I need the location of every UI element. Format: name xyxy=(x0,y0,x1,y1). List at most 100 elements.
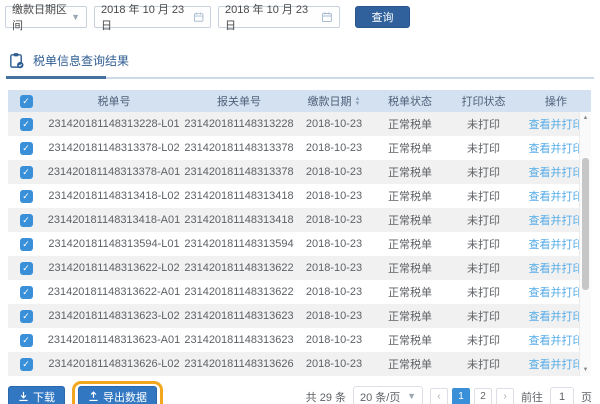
download-button-label: 下载 xyxy=(33,389,55,404)
cell-customs-no: 231420181148313623 xyxy=(184,304,294,328)
page-buttons: ‹ 1 2 › xyxy=(430,388,514,404)
cell-customs-no: 231420181148313378 xyxy=(184,136,294,160)
cell-tax-no: 231420181148313378-L02 xyxy=(44,136,184,160)
export-data-button[interactable]: 导出数据 xyxy=(78,386,157,404)
export-button-label: 导出数据 xyxy=(103,389,147,404)
view-print-link[interactable]: 查看并打印 xyxy=(529,119,584,131)
col-pay-date-label: 缴款日期 xyxy=(308,96,352,108)
chevron-down-icon: ▼ xyxy=(71,13,80,22)
row-checkbox[interactable]: ✓ xyxy=(20,190,33,203)
date-from-input[interactable]: 2018 年 10 月 23 日 xyxy=(94,6,211,28)
view-print-link[interactable]: 查看并打印 xyxy=(529,167,584,179)
cell-pay-date: 2018-10-23 xyxy=(294,160,374,184)
table-row: ✓231420181148313418-A0123142018114831341… xyxy=(8,208,591,232)
view-print-link[interactable]: 查看并打印 xyxy=(529,239,584,251)
cell-status: 正常税单 xyxy=(374,232,446,256)
download-button[interactable]: 下载 xyxy=(8,386,65,404)
view-print-link[interactable]: 查看并打印 xyxy=(529,359,584,371)
cell-status: 正常税单 xyxy=(374,280,446,304)
goto-prefix: 前往 xyxy=(521,389,543,404)
scroll-up-icon[interactable]: ▲ xyxy=(580,115,591,121)
footer-bar: 下载 导出数据 共 29 条 20 条/页 ▼ ‹ 1 2 › 前往 xyxy=(8,381,592,404)
total-count: 共 29 条 xyxy=(306,389,346,404)
cell-tax-no: 231420181148313622-A01 xyxy=(44,280,184,304)
export-highlight-annotation: 导出数据 xyxy=(72,381,163,404)
row-checkbox[interactable]: ✓ xyxy=(20,238,33,251)
cell-customs-no: 231420181148313228 xyxy=(184,112,294,136)
row-checkbox[interactable]: ✓ xyxy=(20,142,33,155)
cell-status: 正常税单 xyxy=(374,184,446,208)
row-checkbox[interactable]: ✓ xyxy=(20,358,33,371)
view-print-link[interactable]: 查看并打印 xyxy=(529,311,584,323)
view-print-link[interactable]: 查看并打印 xyxy=(529,143,584,155)
cell-status: 正常税单 xyxy=(374,256,446,280)
cell-tax-no: 231420181148313594-L01 xyxy=(44,232,184,256)
date-to-input[interactable]: 2018 年 10 月 23 日 xyxy=(218,6,340,28)
col-status: 税单状态 xyxy=(374,90,446,112)
sort-icon[interactable]: ▲▼ xyxy=(355,97,361,107)
cell-print-status: 未打印 xyxy=(446,112,521,136)
table-row: ✓ 231420181148313378-L0223142018114831337… xyxy=(8,136,591,160)
cell-customs-no: 231420181148313622 xyxy=(184,256,294,280)
section-header: 税单信息查询结果 xyxy=(8,52,600,69)
date-type-select[interactable]: 缴款日期区间 ▼ xyxy=(5,6,87,28)
select-all-checkbox[interactable]: ✓ xyxy=(20,95,33,108)
cell-tax-no: 231420181148313626-L02 xyxy=(44,352,184,376)
section-divider xyxy=(6,77,594,79)
row-checkbox[interactable]: ✓ xyxy=(20,334,33,347)
query-button[interactable]: 查询 xyxy=(355,6,410,28)
next-page-button[interactable]: › xyxy=(496,388,514,404)
table-row: ✓ 231420181148313418-L0223142018114831341… xyxy=(8,184,591,208)
cell-status: 正常税单 xyxy=(374,328,446,352)
view-print-link[interactable]: 查看并打印 xyxy=(529,287,584,299)
chevron-down-icon: ▼ xyxy=(407,392,416,401)
table-row: ✓ 231420181148313623-A0123142018114831362… xyxy=(8,328,591,352)
date-type-value: 缴款日期区间 xyxy=(12,1,71,33)
pagination: 共 29 条 20 条/页 ▼ ‹ 1 2 › 前往 1 页 xyxy=(306,386,592,404)
page-button-1[interactable]: 1 xyxy=(452,388,470,404)
cell-tax-no: 231420181148313418-L02 xyxy=(44,184,184,208)
cell-tax-no: 231420181148313378-A01 xyxy=(44,160,184,184)
view-print-link[interactable]: 查看并打印 xyxy=(529,335,584,347)
col-print-status: 打印状态 xyxy=(446,90,521,112)
page-size-value: 20 条/页 xyxy=(360,389,400,404)
page-button-2[interactable]: 2 xyxy=(474,388,492,404)
cell-print-status: 未打印 xyxy=(446,256,521,280)
view-print-link[interactable]: 查看并打印 xyxy=(529,191,584,203)
results-table: ✓ 税单号 报关单号 缴款日期▲▼ 税单状态 打印状态 操作 ✓23142018… xyxy=(8,90,591,376)
row-checkbox[interactable]: ✓ xyxy=(20,214,33,227)
cell-status: 正常税单 xyxy=(374,112,446,136)
cell-status: 正常税单 xyxy=(374,136,446,160)
filter-bar: 缴款日期区间 ▼ 2018 年 10 月 23 日 2018 年 10 月 23… xyxy=(5,6,600,28)
goto-page-input[interactable]: 1 xyxy=(550,387,574,404)
row-checkbox[interactable]: ✓ xyxy=(20,118,33,131)
row-checkbox[interactable]: ✓ xyxy=(20,262,33,275)
row-checkbox[interactable]: ✓ xyxy=(20,286,33,299)
clipboard-result-icon xyxy=(8,52,25,69)
cell-customs-no: 231420181148313623 xyxy=(184,328,294,352)
calendar-icon xyxy=(193,11,204,23)
section-title: 税单信息查询结果 xyxy=(33,52,129,69)
cell-print-status: 未打印 xyxy=(446,184,521,208)
scrollbar-thumb[interactable] xyxy=(582,158,589,290)
row-checkbox[interactable]: ✓ xyxy=(20,310,33,323)
query-button-label: 查询 xyxy=(372,9,394,25)
page-size-select[interactable]: 20 条/页 ▼ xyxy=(353,386,423,404)
view-print-link[interactable]: 查看并打印 xyxy=(529,215,584,227)
cell-pay-date: 2018-10-23 xyxy=(294,136,374,160)
view-print-link[interactable]: 查看并打印 xyxy=(529,263,584,275)
table-row: ✓231420181148313622-A0123142018114831362… xyxy=(8,280,591,304)
cell-customs-no: 231420181148313594 xyxy=(184,232,294,256)
vertical-scrollbar[interactable]: ▲ ▼ xyxy=(579,112,591,376)
cell-customs-no: 231420181148313418 xyxy=(184,184,294,208)
cell-customs-no: 231420181148313418 xyxy=(184,208,294,232)
table-row: ✓231420181148313626-L0223142018114831362… xyxy=(8,352,591,376)
row-checkbox[interactable]: ✓ xyxy=(20,166,33,179)
scroll-down-icon[interactable]: ▼ xyxy=(580,367,591,373)
cell-status: 正常税单 xyxy=(374,160,446,184)
cell-tax-no: 231420181148313623-A01 xyxy=(44,328,184,352)
cell-status: 正常税单 xyxy=(374,352,446,376)
prev-page-button[interactable]: ‹ xyxy=(430,388,448,404)
cell-pay-date: 2018-10-23 xyxy=(294,304,374,328)
cell-status: 正常税单 xyxy=(374,208,446,232)
